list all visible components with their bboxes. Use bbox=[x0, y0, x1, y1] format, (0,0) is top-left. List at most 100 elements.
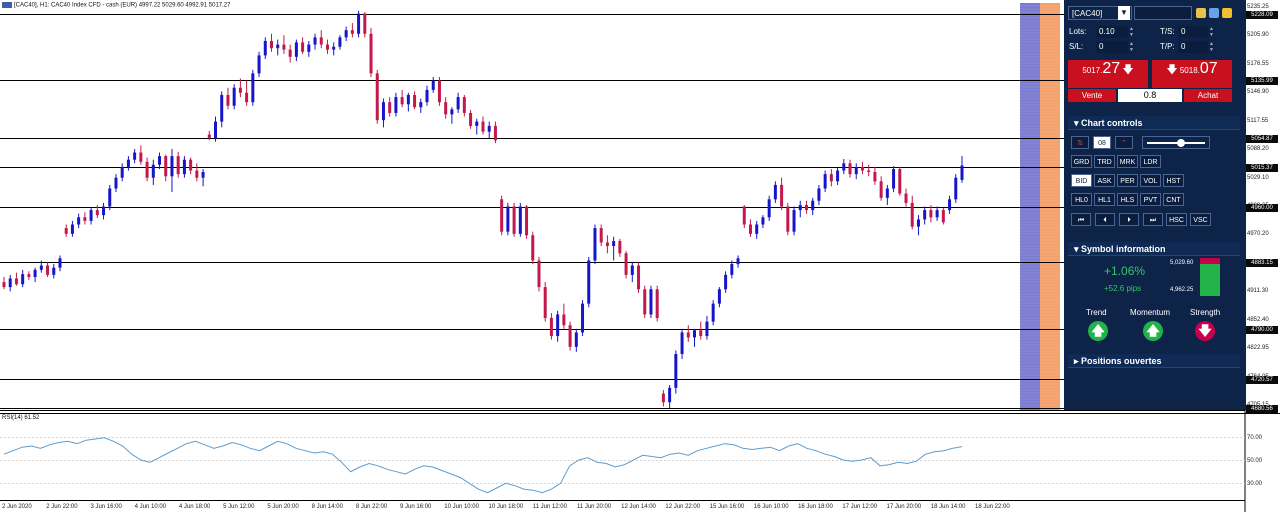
strength-down-icon: 🡇 bbox=[1195, 321, 1215, 341]
candle-body bbox=[717, 289, 721, 304]
pvt-button[interactable]: PVT bbox=[1140, 193, 1161, 206]
info-icon[interactable] bbox=[1209, 8, 1219, 18]
hsc-button[interactable]: HSC bbox=[1166, 213, 1187, 226]
candle-body bbox=[823, 174, 827, 189]
candle-body bbox=[462, 97, 466, 113]
candle-body bbox=[661, 393, 665, 403]
sell-button[interactable]: 5017.27 🡇 bbox=[1068, 60, 1148, 88]
symbol-info-header[interactable]: ▾ Symbol information bbox=[1068, 242, 1240, 256]
time-axis-label: 9 Jun 16:00 bbox=[400, 504, 432, 510]
candle-body bbox=[556, 314, 560, 337]
price-axis-label: 5146.90 bbox=[1247, 89, 1269, 96]
price-axis-label: 5205.90 bbox=[1247, 32, 1269, 39]
candle-body bbox=[873, 171, 877, 182]
alert-icon[interactable] bbox=[1222, 8, 1232, 18]
grd-button[interactable]: GRD bbox=[1071, 155, 1092, 168]
candle-body bbox=[288, 49, 292, 57]
settings-icon[interactable] bbox=[1196, 8, 1206, 18]
bid-button[interactable]: BID bbox=[1071, 174, 1092, 187]
vsc-button[interactable]: VSC bbox=[1190, 213, 1211, 226]
candle-body bbox=[643, 289, 647, 315]
time-axis-label: 4 Jun 18:00 bbox=[178, 504, 211, 510]
candle-body bbox=[929, 210, 933, 218]
candle-body bbox=[357, 13, 361, 34]
candle-body bbox=[493, 125, 497, 141]
candle-body bbox=[755, 224, 759, 234]
candle-body bbox=[58, 258, 62, 268]
tp-input[interactable]: 0 bbox=[1178, 41, 1208, 53]
candle-body bbox=[381, 102, 385, 121]
candle-body bbox=[686, 332, 690, 338]
hls-button[interactable]: HLS bbox=[1117, 193, 1138, 206]
candle-body bbox=[948, 199, 952, 211]
trend-label: Trend bbox=[1086, 308, 1107, 317]
symbol-dropdown-button[interactable]: ▼ bbox=[1118, 6, 1130, 20]
candle-body bbox=[220, 94, 224, 122]
high-value: 5,029.60 bbox=[1170, 260, 1194, 266]
level-tag: 5054.87 bbox=[1246, 134, 1278, 143]
zoom-slider[interactable] bbox=[1142, 136, 1210, 149]
buy-button[interactable]: 🡇 5018.07 bbox=[1152, 60, 1232, 88]
hst-button[interactable]: HST bbox=[1163, 174, 1184, 187]
candle-body bbox=[941, 210, 945, 223]
lots-stepper[interactable]: ▲ ▼ bbox=[1128, 26, 1135, 38]
candle-body bbox=[126, 159, 130, 167]
candle-body bbox=[867, 170, 871, 172]
sl-input[interactable]: 0 bbox=[1096, 41, 1128, 53]
candle-body bbox=[182, 159, 186, 175]
candle-body bbox=[798, 205, 802, 211]
zoom-toggle-button[interactable]: ⇅ bbox=[1071, 136, 1089, 149]
vol-button[interactable]: VOL bbox=[1140, 174, 1161, 187]
chart-up-button[interactable]: ⌃ bbox=[1115, 136, 1133, 149]
trd-button[interactable]: TRD bbox=[1094, 155, 1115, 168]
cnt-button[interactable]: CNT bbox=[1163, 193, 1184, 206]
last-bar-button[interactable]: ⏭ bbox=[1143, 213, 1163, 226]
candle-body bbox=[724, 274, 728, 290]
candle-body bbox=[195, 170, 199, 178]
hl0-button[interactable]: HL0 bbox=[1071, 193, 1092, 206]
time-axis-label: 12 Jun 14:00 bbox=[621, 504, 656, 510]
candle-body bbox=[344, 30, 348, 38]
level-tag: 5135.99 bbox=[1246, 76, 1278, 85]
lots-label: Lots: bbox=[1069, 27, 1087, 36]
ts-input[interactable]: 0 bbox=[1178, 26, 1208, 38]
hl1-button[interactable]: HL1 bbox=[1094, 193, 1115, 206]
candle-body bbox=[637, 265, 641, 290]
candle-body bbox=[674, 354, 678, 388]
prev-bar-button[interactable]: ⏴ bbox=[1095, 213, 1115, 226]
candle-body bbox=[487, 125, 491, 132]
candle-body bbox=[83, 217, 87, 221]
candle-body bbox=[574, 332, 578, 347]
first-bar-button[interactable]: ⏮ bbox=[1071, 213, 1091, 226]
next-bar-button[interactable]: ⏵ bbox=[1119, 213, 1139, 226]
candle-body bbox=[214, 121, 218, 139]
slider-thumb[interactable] bbox=[1177, 139, 1185, 147]
candle-body bbox=[761, 217, 765, 225]
chart-controls-header[interactable]: ▾ Chart controls bbox=[1068, 116, 1240, 130]
time-axis-label: 10 Jun 18:00 bbox=[488, 504, 524, 510]
candle-body bbox=[8, 278, 12, 288]
open-positions-header[interactable]: ▸ Positions ouvertes bbox=[1068, 354, 1240, 368]
candle-body bbox=[469, 112, 473, 126]
candle-body bbox=[811, 200, 815, 211]
ts-stepper[interactable]: ▲ ▼ bbox=[1208, 26, 1215, 38]
candle-body bbox=[313, 37, 317, 45]
time-axis-label: 5 Jun 20:00 bbox=[267, 504, 299, 510]
candle-body bbox=[21, 274, 25, 285]
time-axis-label: 18 Jun 22:00 bbox=[975, 504, 1010, 510]
sl-stepper[interactable]: ▲ ▼ bbox=[1128, 41, 1135, 53]
lots-input[interactable]: 0.10 bbox=[1096, 26, 1128, 38]
symbol-search-field[interactable] bbox=[1134, 6, 1192, 20]
ldr-button[interactable]: LDR bbox=[1140, 155, 1161, 168]
per-button[interactable]: PER bbox=[1117, 174, 1138, 187]
candle-body bbox=[456, 97, 460, 110]
ask-button[interactable]: ASK bbox=[1094, 174, 1115, 187]
mrk-button[interactable]: MRK bbox=[1117, 155, 1138, 168]
time-axis-label: 18 Jun 14:00 bbox=[930, 504, 966, 510]
chart-scale-button[interactable]: 08 bbox=[1093, 136, 1111, 149]
buy-price-big: 07 bbox=[1199, 60, 1218, 77]
price-axis-label: 4970.20 bbox=[1247, 231, 1269, 238]
candle-body bbox=[388, 102, 392, 113]
tp-stepper[interactable]: ▲ ▼ bbox=[1208, 41, 1215, 53]
slider-track bbox=[1147, 142, 1205, 144]
